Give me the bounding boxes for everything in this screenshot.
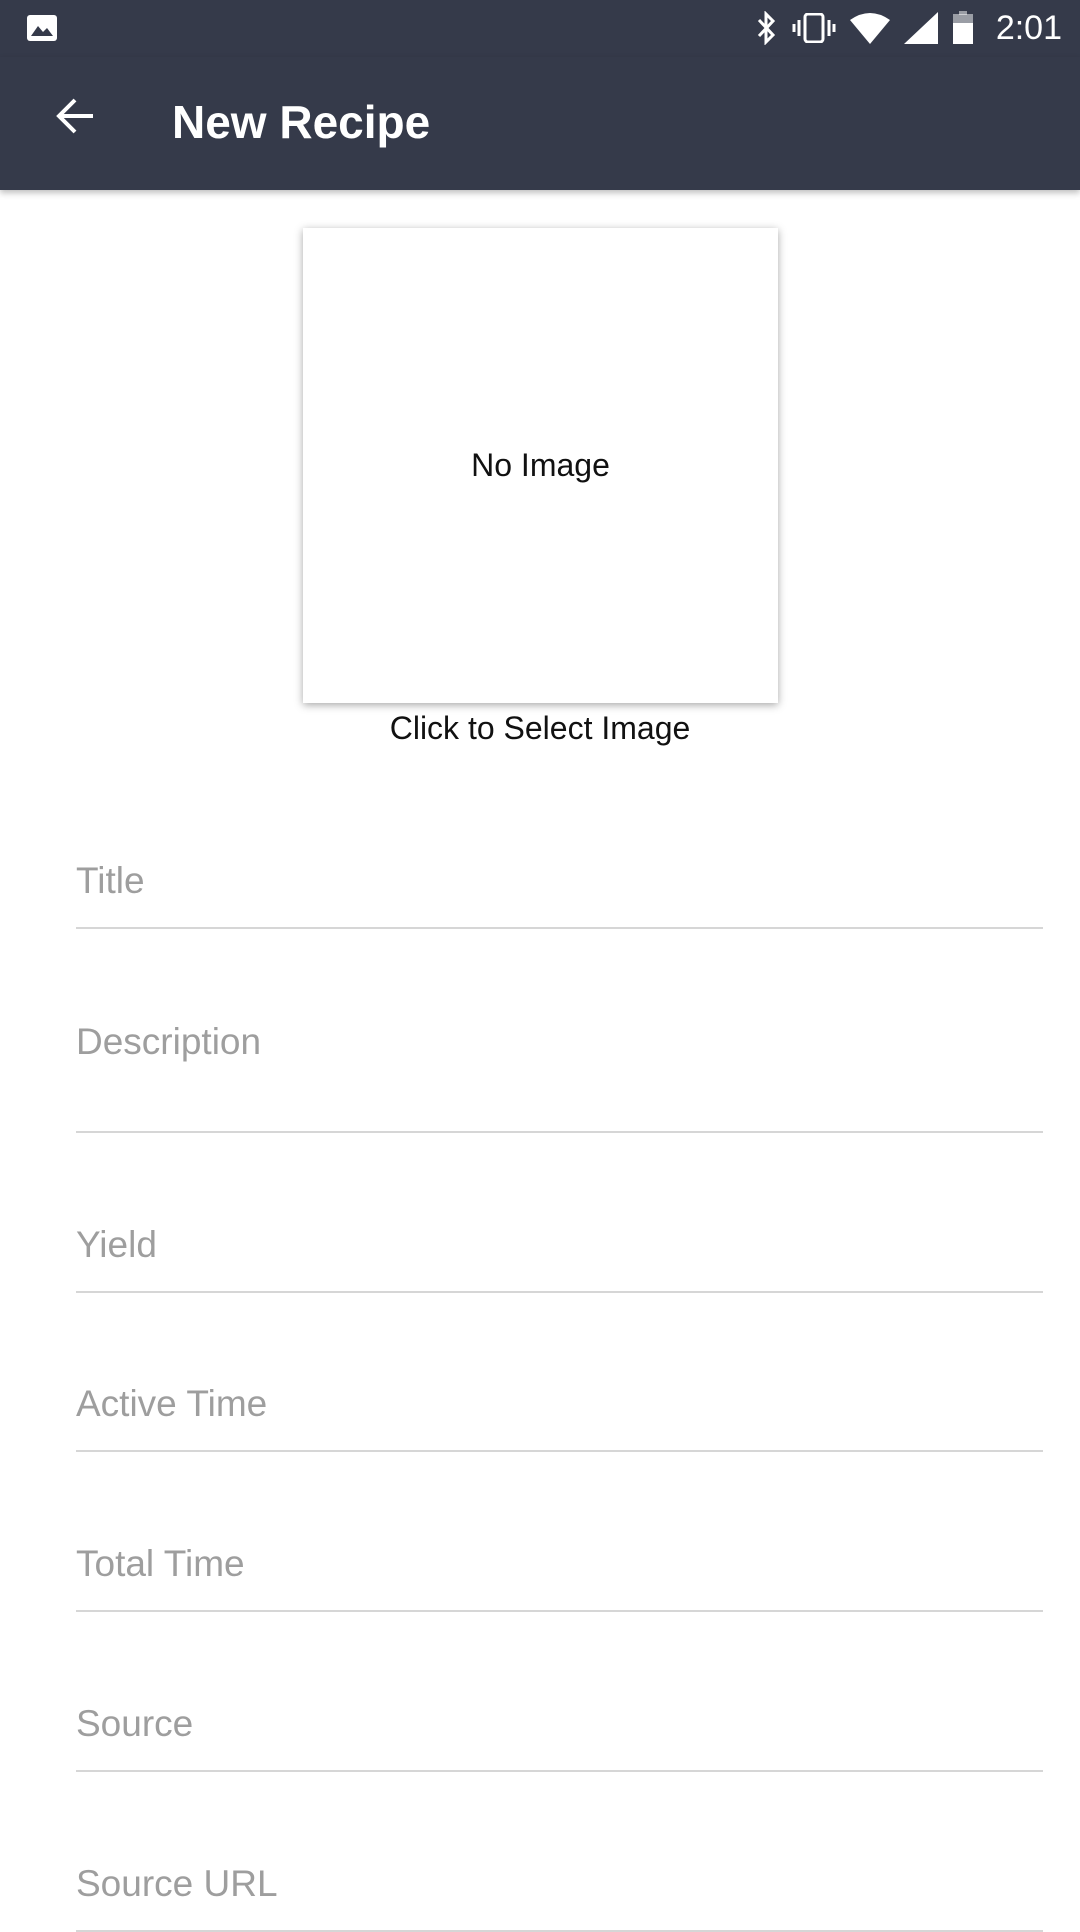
description-field bbox=[76, 1021, 1043, 1133]
source-url-input[interactable] bbox=[76, 1863, 1043, 1905]
gallery-icon bbox=[27, 15, 57, 41]
source-input[interactable] bbox=[76, 1703, 1043, 1745]
active-time-input[interactable] bbox=[76, 1383, 1043, 1425]
status-time: 2:01 bbox=[995, 8, 1062, 47]
title-input[interactable] bbox=[76, 860, 1043, 902]
total-time-input[interactable] bbox=[76, 1543, 1043, 1585]
description-input[interactable] bbox=[76, 1021, 1043, 1081]
vibrate-icon bbox=[792, 13, 836, 43]
yield-field bbox=[76, 1224, 1043, 1293]
active-time-field bbox=[76, 1383, 1043, 1452]
total-time-field bbox=[76, 1543, 1043, 1612]
status-icons: 2:01 bbox=[756, 8, 1062, 48]
arrow-back-icon bbox=[56, 98, 93, 134]
image-picker[interactable]: No Image bbox=[303, 228, 778, 703]
back-button[interactable] bbox=[40, 81, 110, 151]
app-bar: New Recipe bbox=[0, 57, 1080, 190]
source-field bbox=[76, 1703, 1043, 1772]
title-field bbox=[76, 860, 1043, 929]
select-image-hint[interactable]: Click to Select Image bbox=[0, 710, 1080, 747]
source-url-field bbox=[76, 1863, 1043, 1932]
battery-icon bbox=[952, 11, 973, 44]
yield-input[interactable] bbox=[76, 1224, 1043, 1266]
status-bar: 2:01 bbox=[0, 0, 1080, 57]
bluetooth-icon bbox=[757, 11, 775, 45]
wifi-icon bbox=[849, 13, 890, 44]
signal-icon bbox=[903, 12, 938, 44]
no-image-label: No Image bbox=[471, 447, 610, 483]
page-title: New Recipe bbox=[172, 96, 431, 148]
